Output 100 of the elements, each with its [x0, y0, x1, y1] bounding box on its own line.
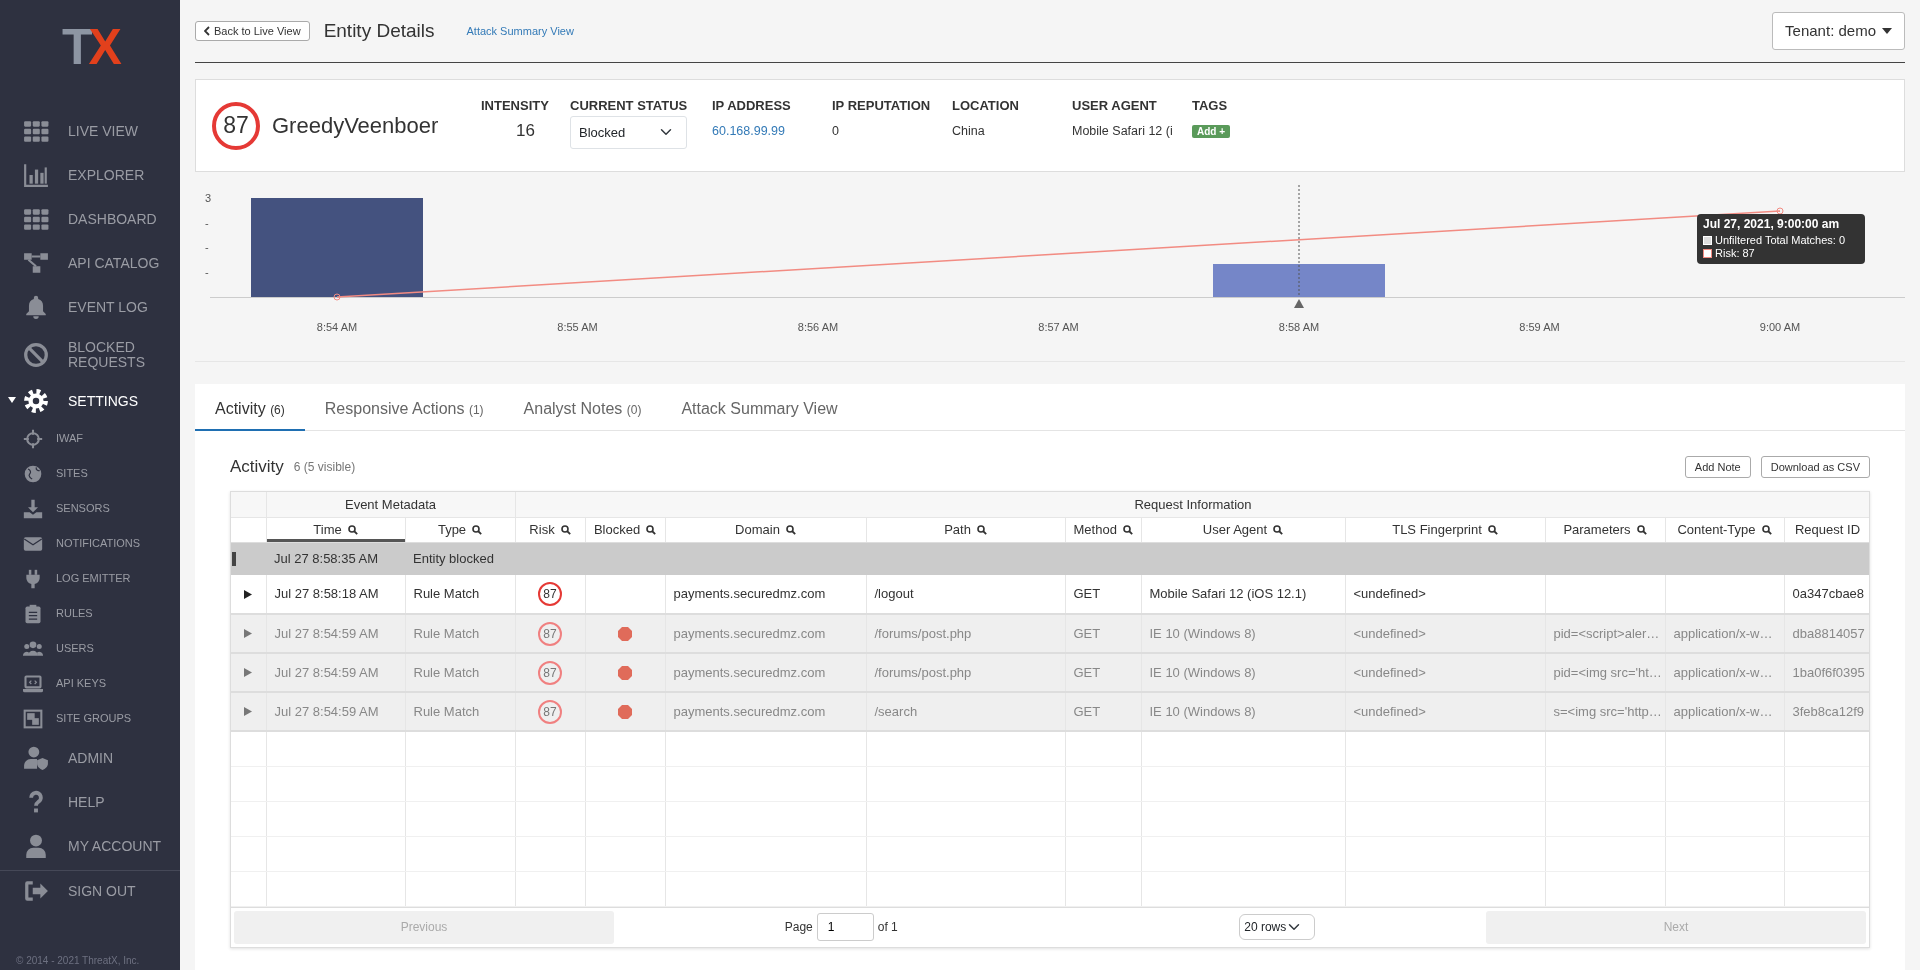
table-cell: Rule Match — [405, 614, 515, 653]
column-header[interactable]: Request ID — [1784, 517, 1869, 542]
table-cell: s=<img src='http… — [1545, 692, 1665, 731]
nav-subitem[interactable]: USERS — [0, 631, 180, 666]
user-shield-icon — [22, 745, 50, 771]
nav-item[interactable]: EXPLORER — [0, 153, 180, 197]
tab[interactable]: Activity (6) — [195, 397, 305, 431]
nav-subitem[interactable]: API KEYS — [0, 666, 180, 701]
add-note-button[interactable]: Add Note — [1684, 455, 1751, 479]
tenant-dropdown[interactable]: Tenant: demo — [1772, 11, 1905, 51]
table-cell: Jul 27 8:54:59 AM — [266, 692, 405, 731]
field-label: TAGS — [1192, 97, 1229, 115]
tab[interactable]: Analyst Notes (0) — [503, 397, 662, 431]
nav-item[interactable]: API CATALOG — [0, 241, 180, 285]
table-cell: /forums/post.php — [866, 653, 1065, 692]
ip-address-link[interactable]: 60.168.99.99 — [712, 121, 832, 141]
column-header[interactable]: Content-Type — [1665, 517, 1784, 542]
table-cell: application/x-w… — [1665, 653, 1784, 692]
nav-item[interactable]: LIVE VIEW — [0, 109, 180, 153]
plug-icon — [23, 568, 43, 589]
crosshair-icon — [23, 428, 43, 449]
laptop-icon — [23, 673, 43, 694]
copyright-text: © 2014 - 2021 ThreatX, Inc. — [15, 954, 141, 968]
risk-score: 87 — [538, 621, 562, 646]
nav-item[interactable]: EVENT LOG — [0, 285, 180, 329]
nav-item[interactable]: DASHBOARD — [0, 197, 180, 241]
status-select[interactable]: Blocked — [570, 115, 687, 149]
activity-count: 6 (5 visible) — [293, 459, 356, 476]
table-cell: dba8814057 — [1784, 614, 1869, 653]
nav-item[interactable]: SETTINGS — [0, 381, 180, 421]
nav-subitem[interactable]: RULES — [0, 596, 180, 631]
entity-name: GreedyVeenboer — [272, 112, 440, 140]
column-header[interactable]: Blocked — [585, 517, 665, 542]
field-value: Mobile Safari 12 (i — [1072, 122, 1174, 140]
nav-subitem[interactable]: NOTIFICATIONS — [0, 526, 180, 561]
section-title: Activity — [230, 456, 284, 479]
nav-subitem[interactable]: IWAF — [0, 421, 180, 456]
legend-swatch — [1703, 236, 1712, 245]
axis-tick-label: 3 — [205, 192, 212, 204]
nav-subitem[interactable]: SENSORS — [0, 491, 180, 526]
axis-tick-label: - — [205, 241, 209, 253]
field-value: China — [952, 122, 986, 140]
nav-item[interactable]: ADMIN — [0, 736, 180, 780]
table-cell: /forums/post.php — [866, 614, 1065, 653]
tooltip-text: Risk: 87 — [1715, 247, 1755, 260]
table-cell: Jul 27 8:54:59 AM — [266, 653, 405, 692]
table-cell: Rule Match — [405, 653, 515, 692]
table-cell: payments.securedmz.com — [665, 692, 866, 731]
field-label: INTENSITY — [481, 97, 550, 115]
column-group-header: Event Metadata — [266, 492, 515, 517]
rows-select[interactable]: 20 rows — [1239, 914, 1316, 940]
column-header[interactable]: Time — [266, 517, 405, 542]
expand-icon[interactable] — [244, 589, 253, 599]
flowchart-icon — [22, 250, 50, 276]
page-input[interactable]: 1 — [816, 913, 874, 941]
table-cell: Jul 27 8:58:35 AM — [266, 542, 405, 575]
nav-item[interactable]: BLOCKED REQUESTS — [0, 329, 180, 381]
table-cell: GET — [1065, 653, 1141, 692]
table-cell: Rule Match — [405, 692, 515, 731]
field-label: IP REPUTATION — [832, 97, 932, 115]
table-cell: payments.securedmz.com — [665, 653, 866, 692]
add-tag-button[interactable]: Add + — [1192, 124, 1231, 138]
field-label: USER AGENT — [1072, 97, 1158, 115]
table-cell: application/x-w… — [1665, 692, 1784, 731]
sign-out-link[interactable]: SIGN OUT — [0, 871, 180, 911]
nav-item[interactable]: HELP — [0, 780, 180, 824]
table-cell: GET — [1065, 692, 1141, 731]
column-header[interactable]: Parameters — [1545, 517, 1665, 542]
caret-icon — [8, 397, 16, 403]
sign-out-icon — [22, 878, 50, 904]
column-header[interactable]: Domain — [665, 517, 866, 542]
axis-tick-label: 9:00 AM — [1759, 321, 1801, 333]
grid-icon — [22, 206, 50, 232]
axis-tick-label: 8:55 AM — [557, 321, 598, 333]
table-cell: pid=<img src='ht… — [1545, 653, 1665, 692]
risk-score: 87 — [538, 699, 562, 724]
table-cell: Jul 27 8:54:59 AM — [266, 614, 405, 653]
download-csv-button[interactable]: Download as CSV — [1760, 455, 1870, 479]
back-button[interactable]: Back to Live View — [195, 20, 310, 42]
column-header[interactable]: Path — [866, 517, 1065, 542]
nav-item[interactable]: MY ACCOUNT — [0, 824, 180, 868]
table-cell: payments.securedmz.com — [665, 614, 866, 653]
nav-subitem[interactable]: LOG EMITTER — [0, 561, 180, 596]
nav-subitem[interactable]: SITE GROUPS — [0, 701, 180, 736]
nav-subitem[interactable]: SITES — [0, 456, 180, 491]
table-cell: pid=<script>aler… — [1545, 614, 1665, 653]
axis-tick-label: 8:56 AM — [797, 321, 839, 333]
axis-tick-label: 8:58 AM — [1278, 321, 1320, 333]
page-title: Entity Details — [323, 18, 435, 43]
table-cell: /search — [866, 692, 1065, 731]
axis-tick-label: - — [205, 216, 209, 229]
column-header[interactable]: User Agent — [1141, 517, 1345, 542]
tab[interactable]: Responsive Actions (1) — [304, 397, 504, 431]
table-cell: <undefined> — [1345, 653, 1545, 692]
table-cell: <undefined> — [1345, 692, 1545, 731]
tab[interactable]: Attack Summary View — [661, 397, 858, 431]
chevron-left-icon — [204, 26, 210, 36]
column-header[interactable]: Type — [405, 517, 515, 542]
column-header[interactable]: TLS Fingerprint — [1345, 517, 1545, 542]
attack-summary-link[interactable]: Attack Summary View — [466, 22, 574, 40]
